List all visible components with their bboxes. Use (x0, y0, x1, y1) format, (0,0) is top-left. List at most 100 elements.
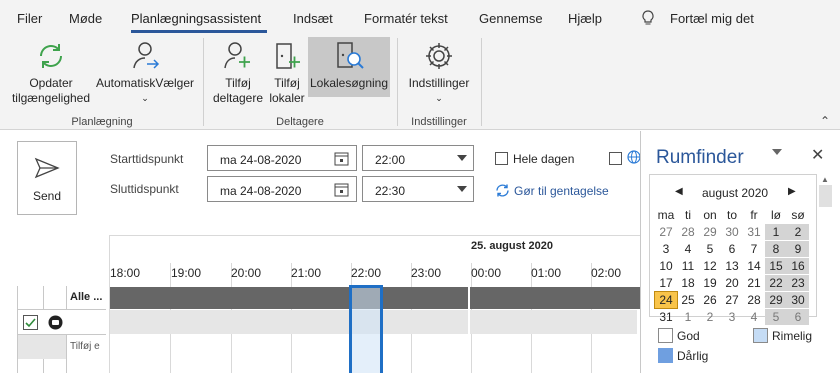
calendar-day[interactable]: 17 (655, 275, 677, 291)
legend-poor-swatch (658, 348, 673, 363)
send-icon (34, 157, 60, 179)
hour-label: 01:00 (531, 266, 562, 280)
close-icon[interactable]: ✕ (811, 145, 824, 165)
calendar-month: august 2020 (702, 186, 769, 200)
hour-label: 02:00 (591, 266, 622, 280)
refresh-icon (40, 44, 62, 68)
group-separator (397, 38, 398, 126)
start-date-field[interactable]: ma 24-08-2020 (207, 145, 357, 171)
calendar-day[interactable]: 21 (743, 275, 765, 291)
next-month-icon[interactable]: ▶ (788, 186, 796, 197)
tab-insert[interactable]: Indsæt (293, 11, 333, 26)
calendar-day[interactable]: 20 (721, 275, 743, 291)
make-recurring-link[interactable]: Gør til gentagelse (514, 184, 609, 198)
calendar-day[interactable]: 29 (699, 224, 721, 240)
scroll-up-icon[interactable]: ▲ (821, 175, 829, 184)
calendar-day[interactable]: 18 (677, 275, 699, 291)
calendar-day[interactable]: 3 (721, 309, 743, 325)
calendar-day[interactable]: 30 (721, 224, 743, 240)
calendar-day[interactable]: 10 (655, 258, 677, 274)
tab-file[interactable]: Filer (17, 11, 42, 26)
calendar-day[interactable]: 9 (787, 241, 809, 257)
calendar-day[interactable]: 31 (743, 224, 765, 240)
globe-icon[interactable] (627, 150, 641, 167)
hour-label: 22:00 (351, 266, 382, 280)
all-day-label: Hele dagen (513, 152, 575, 166)
weekday-label: ma (657, 208, 675, 222)
room-search-button[interactable]: Lokalesøgning (308, 37, 390, 97)
tell-me-search[interactable]: Fortæl mig det (670, 11, 754, 26)
calendar-day[interactable]: 2 (699, 309, 721, 325)
calendar-day[interactable]: 27 (655, 224, 677, 240)
prev-month-icon[interactable]: ◀ (675, 186, 683, 197)
add-rooms-button[interactable]: Tilføj lokaler (266, 40, 308, 106)
ribbon: Opdater tilgængelighed AutomatiskVælger … (0, 34, 840, 130)
calendar-day[interactable]: 13 (721, 258, 743, 274)
calendar-day[interactable]: 5 (699, 241, 721, 257)
scrollbar-thumb[interactable] (819, 185, 832, 207)
calendar-day[interactable]: 11 (677, 258, 699, 274)
chevron-down-icon[interactable] (772, 149, 782, 155)
calendar-day[interactable]: 31 (655, 309, 677, 325)
calendar-day[interactable]: 2 (787, 224, 809, 240)
calendar-day[interactable]: 26 (699, 292, 721, 308)
calendar-day[interactable]: 23 (787, 275, 809, 291)
calendar-day[interactable]: 1 (677, 309, 699, 325)
calendar-day[interactable]: 22 (765, 275, 787, 291)
grid-top-border (109, 235, 640, 236)
calendar-day[interactable]: 15 (765, 258, 787, 274)
start-time-select[interactable]: 22:00 (362, 145, 474, 171)
end-time-select[interactable]: 22:30 (362, 176, 474, 202)
update-availability-button[interactable]: Opdater tilgængelighed (8, 40, 94, 106)
hour-label: 00:00 (471, 266, 502, 280)
all-day-checkbox[interactable] (495, 152, 508, 165)
calendar-day[interactable]: 27 (721, 292, 743, 308)
autopicker-button[interactable]: AutomatiskVælger ⌄ (95, 40, 195, 106)
weekday-label: fr (750, 208, 758, 222)
calendar-day[interactable]: 28 (743, 292, 765, 308)
calendar-day[interactable]: 6 (721, 241, 743, 257)
tab-format-text[interactable]: Formatér tekst (364, 11, 448, 26)
calendar-day[interactable]: 19 (699, 275, 721, 291)
calendar-icon[interactable] (334, 182, 349, 200)
attendee-checkbox[interactable] (23, 315, 38, 330)
calendar-day[interactable]: 8 (765, 241, 787, 257)
settings-button[interactable]: Indstillinger ⌄ (404, 40, 474, 106)
legend-fair-label: Rimelig (772, 329, 813, 343)
add-person-icon (224, 42, 250, 69)
calendar-day[interactable]: 16 (787, 258, 809, 274)
recurrence-icon[interactable] (495, 183, 510, 201)
calendar-day[interactable]: 29 (765, 292, 787, 308)
calendar-day[interactable]: 14 (743, 258, 765, 274)
group-label-settings: Indstillinger (411, 116, 467, 128)
collapse-ribbon-icon[interactable]: ⌃ (820, 114, 830, 128)
add-attendees-button[interactable]: Tilføj deltagere (210, 40, 266, 106)
timezone-checkbox[interactable] (609, 152, 622, 165)
room-search-icon (337, 42, 364, 69)
calendar-day[interactable]: 5 (765, 309, 787, 325)
send-button[interactable]: Send (17, 141, 77, 215)
calendar-day[interactable]: 30 (787, 292, 809, 308)
calendar-day[interactable]: 4 (677, 241, 699, 257)
calendar-day[interactable]: 6 (787, 309, 809, 325)
tab-scheduling-assistant[interactable]: Planlægningsassistent (131, 11, 261, 26)
weekday-label: to (726, 208, 737, 222)
lightbulb-icon[interactable] (641, 10, 655, 30)
calendar-icon[interactable] (334, 151, 349, 169)
weekday-label: on (703, 208, 717, 222)
end-date-field[interactable]: ma 24-08-2020 (207, 176, 357, 202)
calendar-day[interactable]: 3 (655, 241, 677, 257)
tab-help[interactable]: Hjælp (568, 11, 602, 26)
tab-meeting[interactable]: Møde (69, 11, 102, 26)
calendar-day[interactable]: 4 (743, 309, 765, 325)
meeting-time-selection[interactable] (349, 285, 383, 373)
group-separator (203, 38, 204, 126)
calendar-day[interactable]: 7 (743, 241, 765, 257)
calendar-day[interactable]: 12 (699, 258, 721, 274)
calendar-day[interactable]: 24 (654, 291, 678, 309)
calendar-day[interactable]: 25 (677, 292, 699, 308)
add-attendee-row[interactable]: Tilføj e (70, 341, 100, 352)
tab-review[interactable]: Gennemse (479, 11, 543, 26)
calendar-day[interactable]: 28 (677, 224, 699, 240)
calendar-day[interactable]: 1 (765, 224, 787, 240)
